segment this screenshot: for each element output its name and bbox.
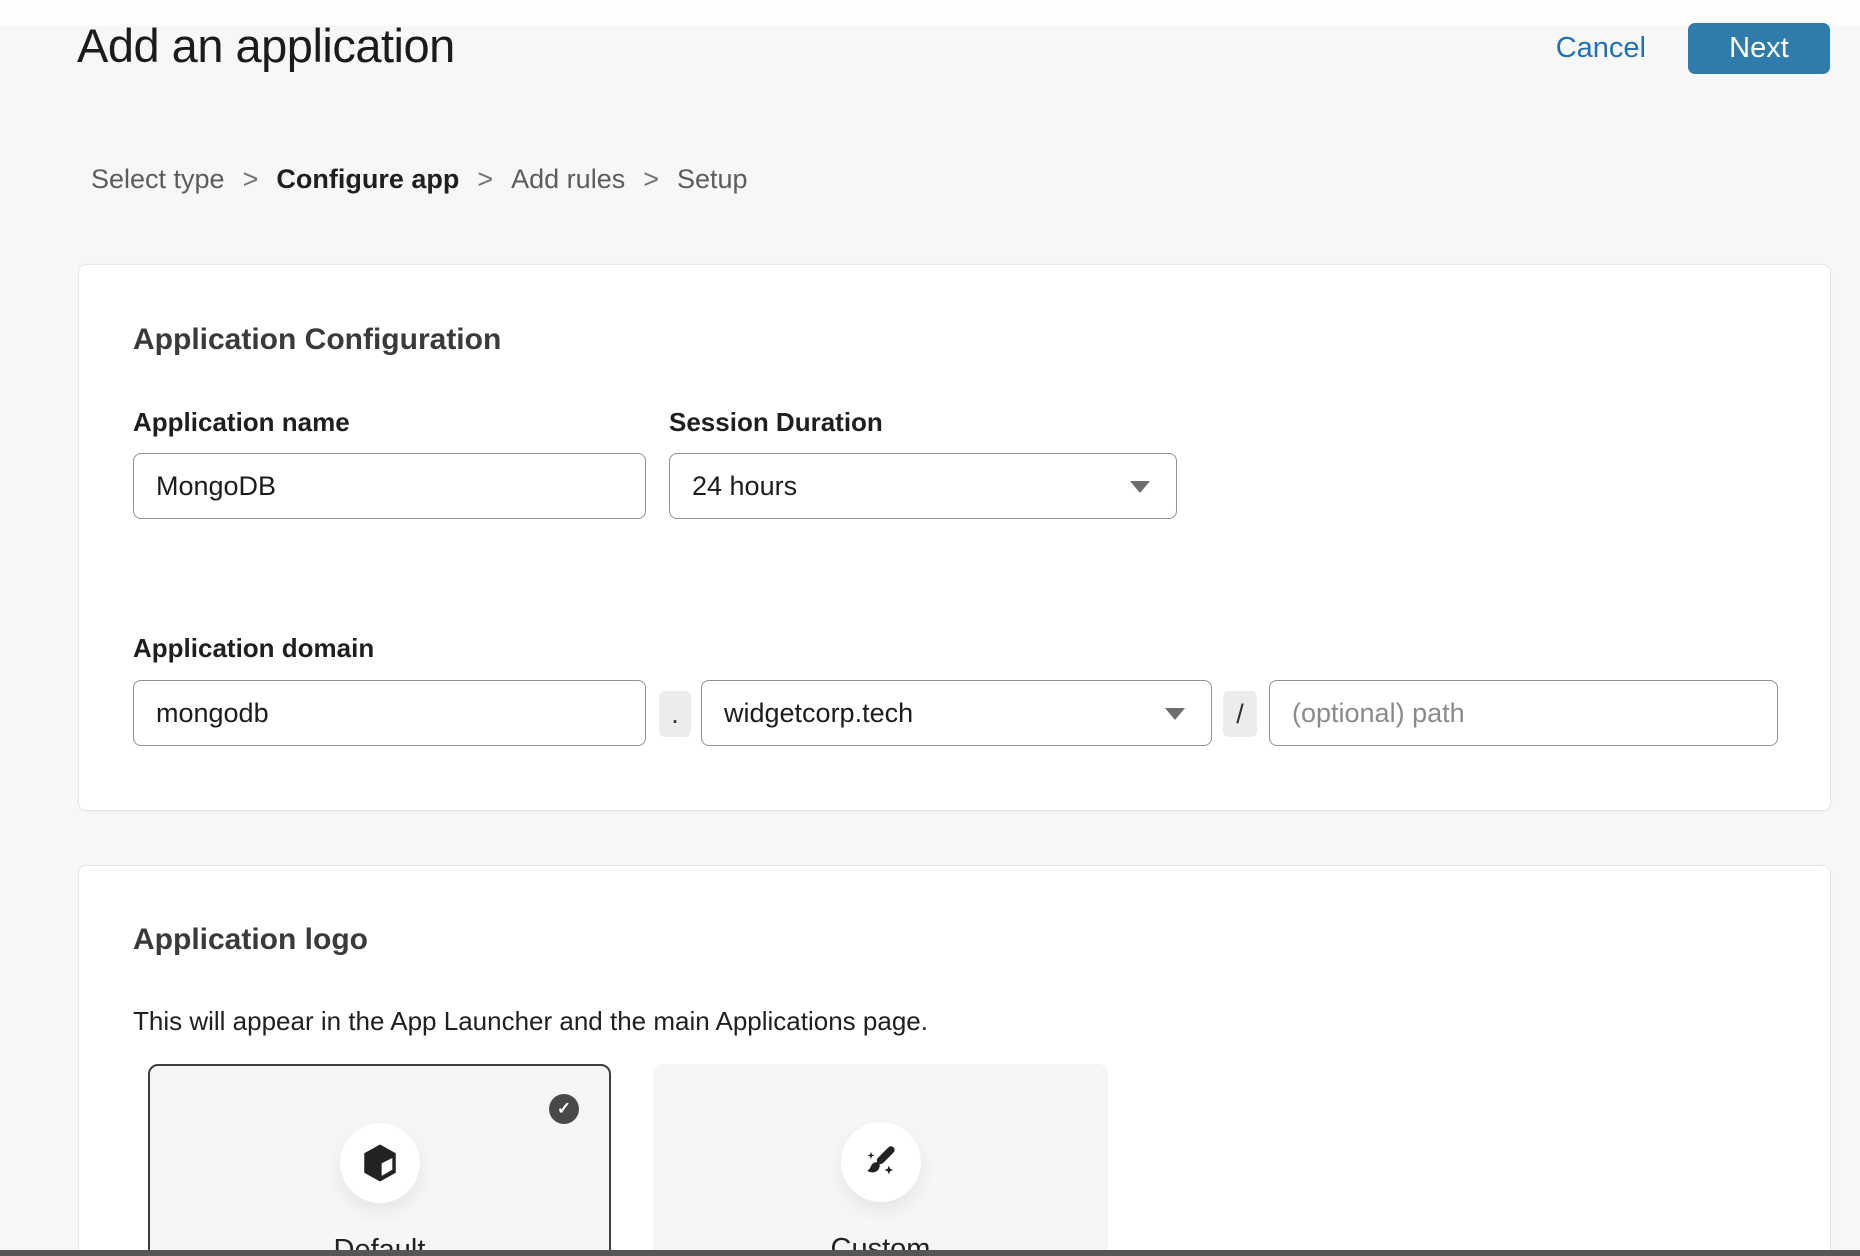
path-input[interactable] [1269,680,1778,746]
breadcrumb-step-add-rules[interactable]: Add rules [511,164,625,195]
cube-icon [340,1123,420,1203]
logo-option-default[interactable]: ✓ Default [148,1064,611,1256]
paintbrush-icon [841,1122,921,1202]
breadcrumb: Select type > Configure app > Add rules … [91,164,748,195]
breadcrumb-separator: > [643,164,659,195]
breadcrumb-step-select-type[interactable]: Select type [91,164,225,195]
domain-dot-separator: . [659,691,691,737]
check-icon: ✓ [549,1094,579,1124]
application-domain-label: Application domain [133,633,374,664]
subdomain-input[interactable] [133,680,646,746]
session-duration-label: Session Duration [669,407,883,438]
domain-value: widgetcorp.tech [724,698,913,729]
breadcrumb-step-setup[interactable]: Setup [677,164,748,195]
bottom-edge-bar [0,1250,1860,1256]
session-duration-select[interactable]: 24 hours [669,453,1177,519]
chevron-down-icon [1165,708,1185,720]
chevron-down-icon [1130,481,1150,493]
domain-select[interactable]: widgetcorp.tech [701,680,1212,746]
application-logo-card: Application logo This will appear in the… [78,865,1831,1256]
cancel-button[interactable]: Cancel [1556,32,1646,65]
application-logo-description: This will appear in the App Launcher and… [133,1006,928,1037]
logo-option-custom[interactable]: Custom [653,1064,1108,1256]
header-actions: Cancel Next [1556,23,1830,74]
application-name-input[interactable] [133,453,646,519]
breadcrumb-step-configure-app[interactable]: Configure app [276,164,459,195]
next-button[interactable]: Next [1688,23,1830,74]
session-duration-value: 24 hours [692,471,797,502]
application-name-label: Application name [133,407,350,438]
application-configuration-heading: Application Configuration [133,323,501,357]
breadcrumb-separator: > [243,164,259,195]
breadcrumb-separator: > [477,164,493,195]
domain-slash-separator: / [1223,691,1257,737]
application-configuration-card: Application Configuration Application na… [78,264,1831,811]
page-title: Add an application [77,18,455,73]
application-logo-heading: Application logo [133,923,368,957]
